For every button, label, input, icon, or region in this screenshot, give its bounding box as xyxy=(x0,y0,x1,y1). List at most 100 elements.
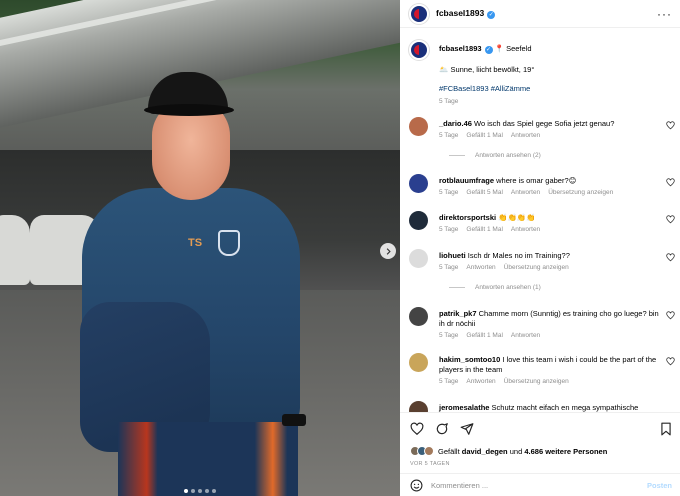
view-replies-button[interactable]: Antworten ansehen (2) xyxy=(449,152,541,159)
likes-count[interactable]: 4.686 weitere Personen xyxy=(524,447,607,456)
comment-avatar[interactable] xyxy=(409,401,428,412)
likes-middle: und xyxy=(509,446,523,456)
comment-username[interactable]: rotblauumfrage xyxy=(439,176,494,185)
carousel-dot xyxy=(212,489,216,493)
person-shorts xyxy=(118,422,298,496)
carousel-dot xyxy=(191,489,195,493)
caption-username[interactable]: fcbasel1893 xyxy=(439,44,482,53)
comment-text: 👏👏👏👏 xyxy=(498,213,536,222)
location-pin-icon: 📍 xyxy=(494,44,504,53)
account-avatar[interactable] xyxy=(409,3,429,24)
like-heart-icon[interactable] xyxy=(410,422,424,436)
comment-text: where is omar gaber?😊 xyxy=(496,176,577,185)
liker-avatars xyxy=(410,446,434,456)
comment-composer: Posten xyxy=(400,473,680,496)
post-photo[interactable]: TS xyxy=(0,0,400,496)
liked-by-user[interactable]: david_degen xyxy=(462,447,508,456)
comment-username[interactable]: jeromesalathe xyxy=(439,403,489,412)
comment-age: 5 Tage xyxy=(439,226,459,233)
reply-button[interactable]: Antworten xyxy=(511,332,540,339)
comment-input[interactable] xyxy=(431,480,631,490)
comment-age: 5 Tage xyxy=(439,132,459,139)
translate-button[interactable]: Übersetzung anzeigen xyxy=(504,264,569,271)
more-options-icon[interactable]: ··· xyxy=(657,7,672,21)
caption-weather: Sunne, liicht bewölkt, 19° xyxy=(450,65,535,74)
likes-prefix: Gefällt xyxy=(438,446,460,456)
comment-username[interactable]: patrik_pk7 xyxy=(439,309,477,318)
reply-button[interactable]: Antworten xyxy=(511,226,540,233)
heart-icon[interactable] xyxy=(666,357,675,366)
post-date: VOR 5 TAGEN xyxy=(410,461,450,467)
comment-avatar[interactable] xyxy=(409,174,428,193)
comment-age: 5 Tage xyxy=(439,378,459,385)
comments-scroll-area[interactable]: fcbasel1893 ✓ 📍 Seefeld 🌥️ Sunne, liicht … xyxy=(400,29,680,412)
caption-age: 5 Tage xyxy=(439,98,459,105)
view-replies-label[interactable]: Antworten ansehen (1) xyxy=(475,284,541,291)
share-send-icon[interactable] xyxy=(460,422,474,436)
chevron-right-icon xyxy=(386,247,391,255)
comment-username[interactable]: liohueti xyxy=(439,251,466,260)
comment-avatar[interactable] xyxy=(409,249,428,268)
comment-likes[interactable]: Gefällt 5 Mal xyxy=(466,189,503,196)
post-side-panel: fcbasel1893 ✓ ··· fcbasel1893 ✓ 📍 Seefeld … xyxy=(400,0,680,496)
verified-badge-icon: ✓ xyxy=(487,11,496,19)
comment-text: Isch dr Males no im Training?? xyxy=(467,251,570,260)
carousel-dot xyxy=(184,489,188,493)
emoji-icon[interactable] xyxy=(410,479,423,492)
comment-username[interactable]: direktorsportski xyxy=(439,213,496,222)
account-username[interactable]: fcbasel1893 ✓ xyxy=(436,8,496,19)
reply-button[interactable]: Antworten xyxy=(511,189,540,196)
reply-button[interactable]: Antworten xyxy=(466,264,495,271)
heart-icon[interactable] xyxy=(666,215,675,224)
next-image-button[interactable] xyxy=(380,243,396,259)
comment-age: 5 Tage xyxy=(439,264,459,271)
translate-button[interactable]: Übersetzung anzeigen xyxy=(504,378,569,385)
person-cap-brim xyxy=(144,104,234,116)
post-comment-button[interactable]: Posten xyxy=(647,481,672,490)
caption-location: Seefeld xyxy=(506,44,532,53)
comment-likes[interactable]: Gefällt 1 Mal xyxy=(466,332,503,339)
comment-text: Wo isch das Spiel gege Sofia jetzt genau… xyxy=(474,119,615,128)
comment-avatar[interactable] xyxy=(409,307,428,326)
comment-age: 5 Tage xyxy=(439,332,459,339)
translate-button[interactable]: Übersetzung anzeigen xyxy=(548,189,613,196)
carousel-dot xyxy=(198,489,202,493)
comment-bubble-icon[interactable] xyxy=(435,422,449,436)
heart-icon[interactable] xyxy=(666,178,675,187)
photo-person: TS xyxy=(60,70,330,496)
comment-avatar[interactable] xyxy=(409,117,428,136)
likes-summary: Gefällt david_degen und 4.686 weitere Pe… xyxy=(410,446,607,456)
verified-badge-icon: ✓ xyxy=(484,46,493,54)
view-replies-button[interactable]: Antworten ansehen (1) xyxy=(449,284,541,291)
weather-icon: 🌥️ xyxy=(439,65,449,74)
carousel-dots xyxy=(184,489,216,493)
person-watch xyxy=(282,414,306,426)
comment-username[interactable]: _dario.46 xyxy=(439,119,472,128)
caption-avatar[interactable] xyxy=(409,40,429,60)
liker-avatar xyxy=(424,446,434,456)
username-text[interactable]: fcbasel1893 xyxy=(436,8,484,18)
heart-icon[interactable] xyxy=(666,121,675,130)
shirt-initials: TS xyxy=(188,237,203,249)
heart-icon[interactable] xyxy=(666,253,675,262)
photo-car xyxy=(0,215,30,285)
instagram-post-modal: TS fcbasel1893 ✓ ··· fcbasel1893 ✓ 📍 See… xyxy=(0,0,680,496)
comment-likes[interactable]: Gefällt 1 Mal xyxy=(466,132,503,139)
replies-divider xyxy=(449,287,465,288)
comment-text: Schutz macht eifach en mega sympathische xyxy=(491,403,639,412)
bookmark-icon[interactable] xyxy=(660,422,672,436)
comment-likes[interactable]: Gefällt 1 Mal xyxy=(466,226,503,233)
view-replies-label[interactable]: Antworten ansehen (2) xyxy=(475,152,541,159)
comment-avatar[interactable] xyxy=(409,353,428,372)
comment-username[interactable]: hakim_somtoo10 xyxy=(439,355,500,364)
comment-avatar[interactable] xyxy=(409,211,428,230)
heart-icon[interactable] xyxy=(666,311,675,320)
carousel-dot xyxy=(205,489,209,493)
shirt-crest xyxy=(218,230,240,256)
replies-divider xyxy=(449,155,465,156)
comment-age: 5 Tage xyxy=(439,189,459,196)
reply-button[interactable]: Antworten xyxy=(466,378,495,385)
caption-hashtags[interactable]: #FCBasel1893 #AlliZämme xyxy=(439,84,669,94)
reply-button[interactable]: Antworten xyxy=(511,132,540,139)
post-header: fcbasel1893 ✓ ··· xyxy=(400,0,680,28)
